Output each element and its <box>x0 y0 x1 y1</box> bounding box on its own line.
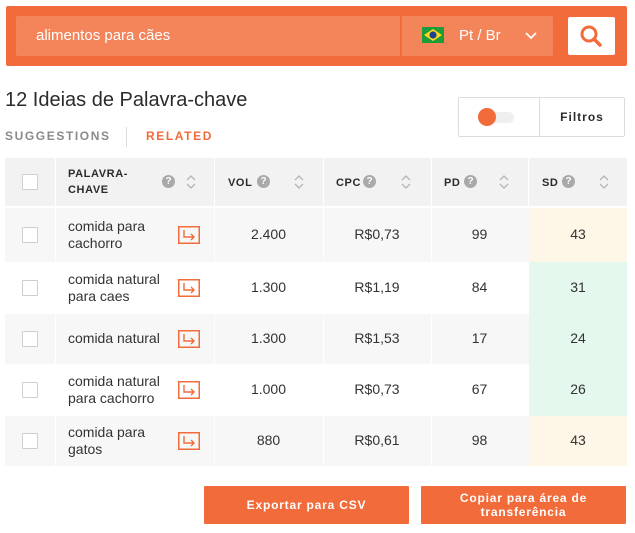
row-checkbox[interactable] <box>22 227 38 243</box>
keyword-line1: comida natural <box>68 373 160 389</box>
table-row: comida natural para cachorro 1.000 R$0,7… <box>5 364 627 416</box>
keyword-text: comida natural <box>68 330 178 347</box>
table-row: comida natural 1.300 R$1,53 17 24 <box>5 314 627 364</box>
tab-suggestions[interactable]: SUGGESTIONS <box>5 129 111 143</box>
search-input[interactable]: alimentos para cães <box>16 16 400 56</box>
filters-button[interactable]: Filtros <box>539 110 625 124</box>
sort-icon[interactable] <box>294 174 304 190</box>
vol-value: 1.300 <box>250 330 287 346</box>
filters-toggle[interactable] <box>478 108 522 126</box>
column-divider <box>431 158 432 206</box>
expand-keyword-icon[interactable] <box>178 279 200 297</box>
header-cpc[interactable]: CPC <box>336 175 361 191</box>
help-icon[interactable]: ? <box>363 175 376 188</box>
help-icon[interactable]: ? <box>562 175 575 188</box>
cpc-value: R$0,61 <box>354 432 400 448</box>
expand-keyword-icon[interactable] <box>178 432 200 450</box>
keyword-line2: cachorro <box>68 235 123 251</box>
sort-icon[interactable] <box>186 174 196 190</box>
brazil-flag-icon <box>422 27 444 43</box>
table-row: comida para gatos 880 R$0,61 98 43 <box>5 416 627 466</box>
language-select[interactable]: Pt / Br <box>402 16 553 56</box>
header-pd[interactable]: PD <box>444 175 460 191</box>
keyword-line1: comida para <box>68 218 146 234</box>
sd-value: 43 <box>570 226 586 242</box>
chevron-down-icon <box>525 32 537 40</box>
expand-keyword-icon[interactable] <box>178 381 200 399</box>
table-row: comida natural para caes 1.300 R$1,19 84… <box>5 262 627 314</box>
cpc-value: R$1,19 <box>354 279 400 295</box>
keyword-line2: para caes <box>68 288 130 304</box>
header-vol[interactable]: VOL <box>228 175 252 191</box>
cpc-value: R$0,73 <box>354 226 400 242</box>
table-row: comida para cachorro 2.400 R$0,73 99 43 <box>5 208 627 262</box>
row-checkbox[interactable] <box>22 331 38 347</box>
keyword-line2: para cachorro <box>68 390 155 406</box>
column-divider <box>55 158 56 206</box>
copy-label-line1: Copiar para área de <box>459 491 588 505</box>
column-divider <box>55 262 56 314</box>
column-divider <box>528 158 529 206</box>
column-divider <box>214 158 215 206</box>
cpc-value: R$1,53 <box>354 330 400 346</box>
row-checkbox[interactable] <box>22 433 38 449</box>
search-button[interactable] <box>568 17 615 55</box>
header-keyword-line1: PALAVRA- <box>68 168 128 180</box>
row-checkbox[interactable] <box>22 382 38 398</box>
pd-value: 84 <box>471 279 488 295</box>
keyword-text: comida para cachorro <box>68 218 178 252</box>
column-divider <box>55 364 56 416</box>
keyword-line2: gatos <box>68 441 103 457</box>
copy-label-line2: transferência <box>480 505 567 519</box>
sd-value: 31 <box>570 279 586 295</box>
vol-value: 880 <box>256 432 281 448</box>
vol-value: 1.300 <box>250 279 287 295</box>
help-icon[interactable]: ? <box>162 175 175 188</box>
column-divider <box>323 158 324 206</box>
expand-keyword-icon[interactable] <box>178 226 200 244</box>
sd-value: 26 <box>570 381 586 397</box>
sort-icon[interactable] <box>401 174 411 190</box>
keyword-text: comida natural para caes <box>68 271 178 305</box>
pd-value: 98 <box>471 432 488 448</box>
cpc-value: R$0,73 <box>354 381 400 397</box>
language-label: Pt / Br <box>459 27 501 44</box>
page-title: 12 Ideias de Palavra-chave <box>5 89 248 111</box>
pd-value: 99 <box>471 226 488 242</box>
tab-divider <box>126 127 127 147</box>
header-keyword[interactable]: PALAVRA- CHAVE <box>68 166 128 198</box>
pd-value: 67 <box>471 381 488 397</box>
table-header: PALAVRA- CHAVE ? VOL ? CPC ? PD ? SD ? <box>5 158 627 206</box>
search-bar: alimentos para cães Pt / Br <box>6 6 627 66</box>
column-divider <box>55 208 56 262</box>
pd-value: 17 <box>471 330 488 346</box>
keyword-line1: comida para <box>68 424 146 440</box>
row-checkbox[interactable] <box>22 280 38 296</box>
keyword-line1: comida natural <box>68 330 160 346</box>
sd-value: 24 <box>570 330 586 346</box>
filters-panel: Filtros <box>458 97 625 137</box>
search-icon <box>580 25 602 47</box>
header-keyword-line2: CHAVE <box>68 184 109 196</box>
keyword-text: comida natural para cachorro <box>68 373 178 407</box>
select-all-checkbox[interactable] <box>22 174 38 190</box>
keyword-text: comida para gatos <box>68 424 178 458</box>
expand-keyword-icon[interactable] <box>178 330 200 348</box>
sd-value: 43 <box>570 432 586 448</box>
header-sd[interactable]: SD <box>542 175 558 191</box>
vol-value: 1.000 <box>250 381 287 397</box>
toggle-knob <box>478 108 496 126</box>
sort-icon[interactable] <box>599 174 609 190</box>
help-icon[interactable]: ? <box>464 175 477 188</box>
export-csv-button[interactable]: Exportar para CSV <box>204 486 409 524</box>
column-divider <box>55 314 56 364</box>
column-divider <box>55 416 56 466</box>
sort-icon[interactable] <box>499 174 509 190</box>
copy-to-clipboard-button[interactable]: Copiar para área de transferência <box>421 486 626 524</box>
keyword-line1: comida natural <box>68 271 160 287</box>
tab-related[interactable]: RELATED <box>146 129 213 143</box>
help-icon[interactable]: ? <box>257 175 270 188</box>
vol-value: 2.400 <box>250 226 287 242</box>
